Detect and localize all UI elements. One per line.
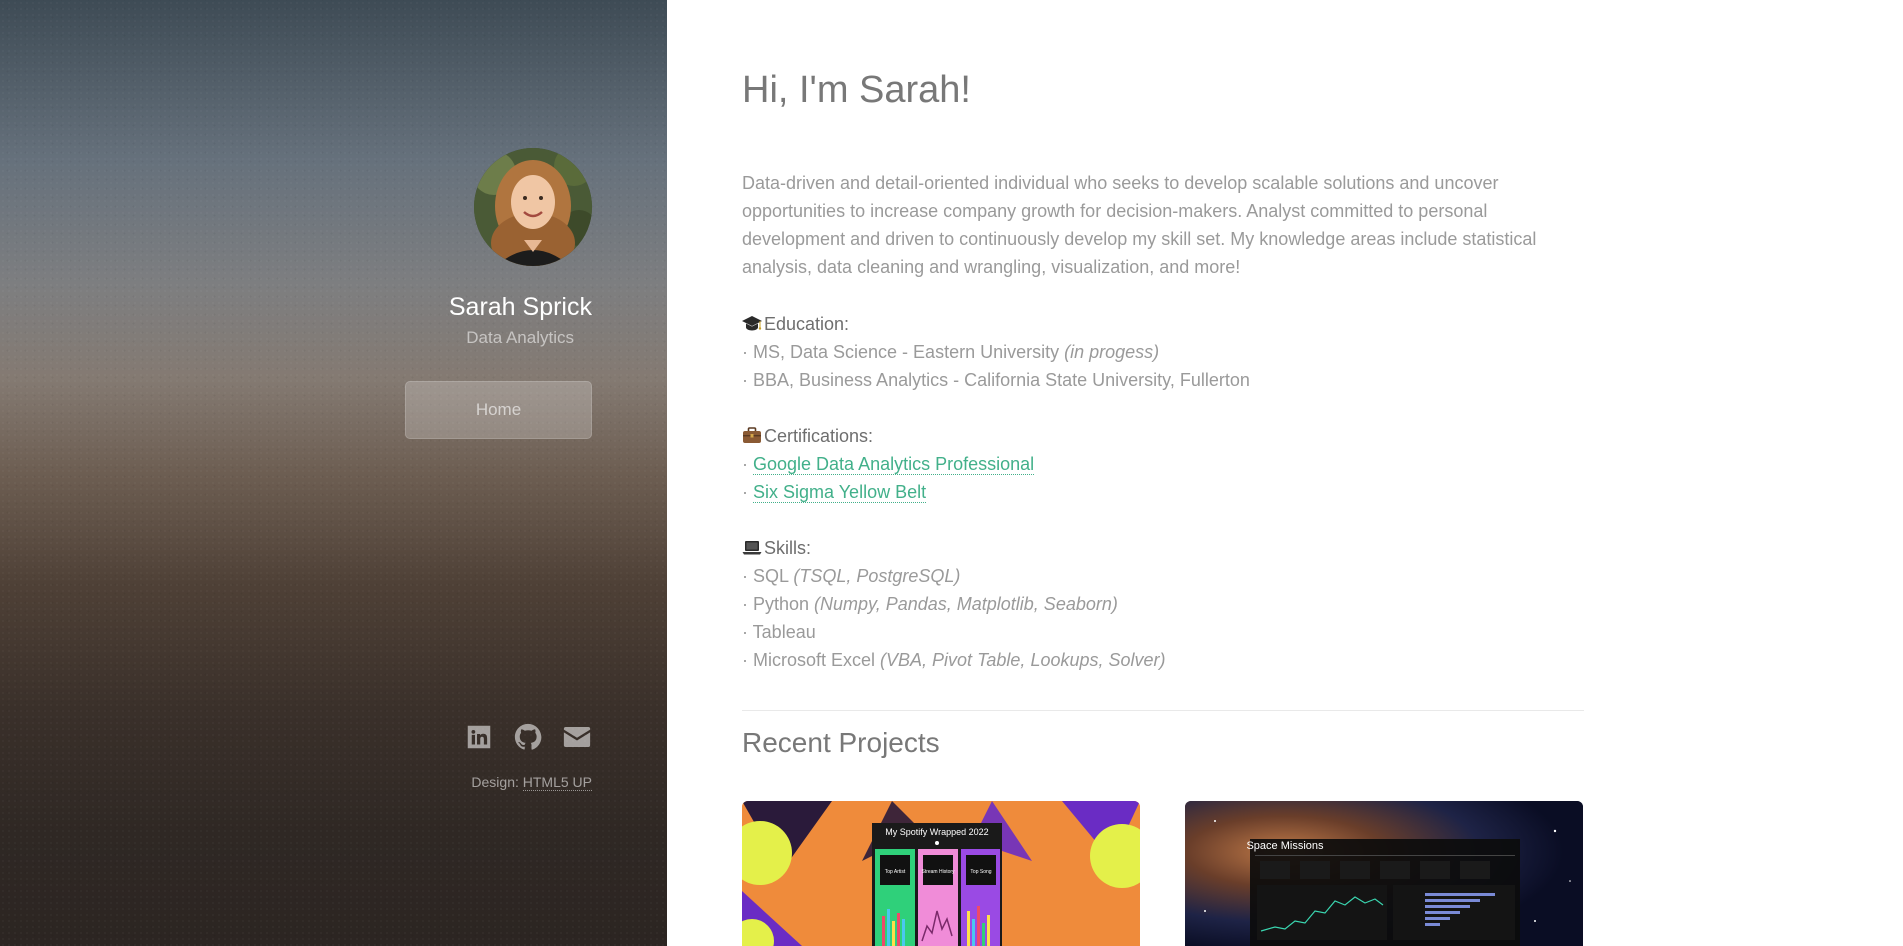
project-thumbnail-spotify: My Spotify Wrapped 2022 Top Artist Strea…	[742, 801, 1140, 946]
nav-home-button[interactable]: Home	[405, 381, 592, 439]
profile-role: Data Analytics	[466, 328, 574, 347]
skills-heading: Skills:	[742, 534, 1584, 562]
avatar-photo	[474, 148, 592, 266]
skill-item-note: (VBA, Pivot Table, Lookups, Solver)	[880, 650, 1166, 670]
design-credit: Design: HTML5 UP	[471, 774, 592, 791]
spotify-tile-label: Stream History	[921, 869, 955, 875]
certification-link-google[interactable]: Google Data Analytics Professional	[753, 454, 1035, 475]
project-thumbnail-space: Space Missions	[1185, 801, 1583, 946]
page-title: Hi, I'm Sarah!	[742, 69, 971, 111]
design-credit-prefix: Design:	[471, 774, 523, 790]
envelope-icon	[563, 727, 591, 747]
spotify-title: My Spotify Wrapped 2022	[885, 827, 988, 837]
education-heading: Education:	[742, 310, 1584, 338]
skills-heading-text: Skills:	[764, 538, 812, 558]
certifications-heading: Certifications:	[742, 422, 1584, 450]
github-link[interactable]	[513, 722, 543, 752]
education-item-text: · BBA, Business Analytics - California S…	[742, 370, 1250, 390]
education-item: · MS, Data Science - Eastern University …	[742, 338, 1584, 366]
spotify-tile-label: Top Song	[970, 869, 991, 875]
section-divider	[742, 710, 1584, 711]
linkedin-link[interactable]	[464, 722, 494, 752]
skill-item: · Python (Numpy, Pandas, Matplotlib, Sea…	[742, 590, 1584, 618]
skill-item-text: · Python	[742, 594, 815, 614]
project-card-spotify[interactable]: My Spotify Wrapped 2022 Top Artist Strea…	[742, 801, 1140, 946]
skill-item-note: (TSQL, PostgreSQL)	[793, 566, 961, 586]
laptop-icon	[742, 534, 764, 562]
skill-item: · Tableau	[742, 618, 1584, 646]
education-item-text: · MS, Data Science - Eastern University	[742, 342, 1065, 362]
avatar	[474, 148, 592, 266]
education-item-note: (in progess)	[1064, 342, 1160, 362]
email-link[interactable]	[562, 722, 592, 752]
intro-paragraph: Data-driven and detail-oriented individu…	[742, 173, 1537, 277]
certification-bullet: ·	[742, 454, 753, 474]
space-title: Space Missions	[1246, 840, 1324, 852]
education-item: · BBA, Business Analytics - California S…	[742, 366, 1584, 394]
certification-link-six-sigma[interactable]: Six Sigma Yellow Belt	[753, 482, 927, 503]
skill-item: · SQL (TSQL, PostgreSQL)	[742, 562, 1584, 590]
social-links	[464, 722, 592, 752]
profile-name: Sarah Sprick	[448, 293, 592, 321]
skill-item-note: (Numpy, Pandas, Matplotlib, Seaborn)	[814, 594, 1118, 614]
certification-item: · Six Sigma Yellow Belt	[742, 478, 1584, 506]
skill-item-text: · Tableau	[742, 622, 816, 642]
project-card-space-missions[interactable]: Space Missions	[1185, 801, 1583, 946]
education-heading-text: Education:	[764, 314, 850, 334]
github-icon	[514, 723, 542, 750]
sidebar: Sarah Sprick Data Analytics Home Design:…	[0, 0, 667, 946]
certifications-section: Certifications: · Google Data Analytics …	[742, 422, 1584, 506]
skill-item-text: · SQL	[742, 566, 794, 586]
html5up-link[interactable]: HTML5 UP	[522, 774, 592, 791]
briefcase-icon	[742, 422, 764, 450]
spotify-tile-label: Top Artist	[885, 869, 906, 875]
skill-item-text: · Microsoft Excel	[742, 650, 881, 670]
main-content: Hi, I'm Sarah! Data-driven and detail-or…	[667, 0, 1903, 946]
certifications-heading-text: Certifications:	[764, 426, 874, 446]
recent-projects-heading: Recent Projects	[742, 727, 940, 758]
skills-section: Skills: · SQL (TSQL, PostgreSQL) · Pytho…	[742, 534, 1584, 674]
linkedin-icon	[467, 725, 491, 749]
skill-item: · Microsoft Excel (VBA, Pivot Table, Loo…	[742, 646, 1584, 674]
certification-item: · Google Data Analytics Professional	[742, 450, 1584, 478]
education-section: Education: · MS, Data Science - Eastern …	[742, 310, 1584, 394]
graduation-cap-icon	[742, 310, 764, 338]
certification-bullet: ·	[742, 482, 753, 502]
